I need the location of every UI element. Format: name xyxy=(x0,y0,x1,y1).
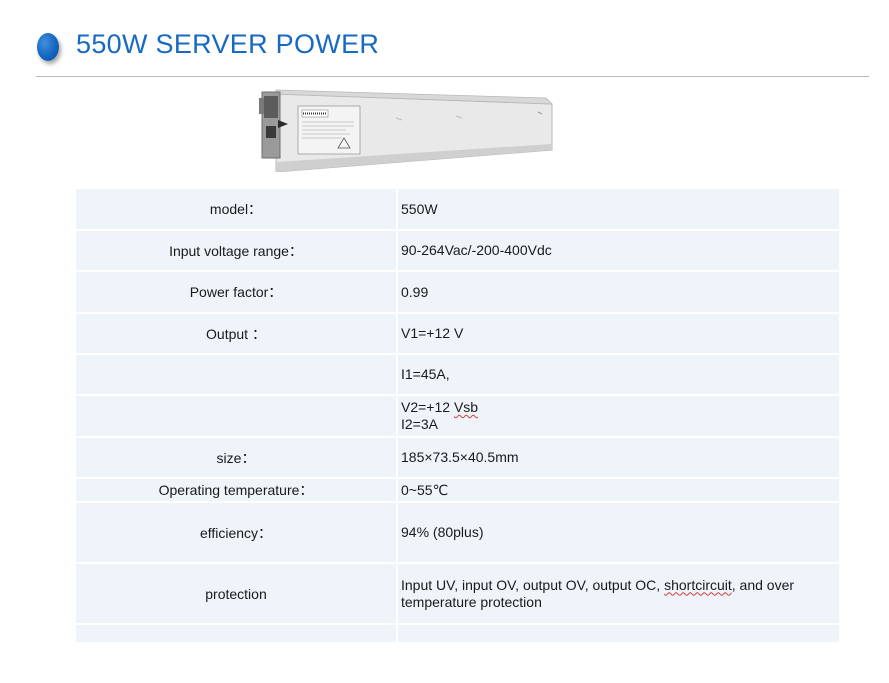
table-row: Power factor： 0.99 xyxy=(76,271,839,314)
table-row: size： 185×73.5×40.5mm xyxy=(76,437,839,479)
power-supply-unit-image xyxy=(259,89,554,172)
spec-label: model： xyxy=(76,189,398,231)
spec-value: 0.99 xyxy=(397,271,839,314)
spec-label xyxy=(76,395,398,438)
spec-table: model： 550W Input voltage range： 90-264V… xyxy=(76,189,839,644)
title-bullet-icon xyxy=(37,33,59,61)
table-row: Output ： V1=+12 V xyxy=(76,313,839,355)
spec-label: Input voltage range： xyxy=(76,230,398,272)
page-title: 550W SERVER POWER xyxy=(76,29,380,59)
table-row xyxy=(76,624,839,644)
table-row: I1=45A, xyxy=(76,354,839,396)
spec-label: size： xyxy=(76,437,398,479)
spec-value xyxy=(397,624,839,644)
spec-value: V2=+12 Vsb I2=3A xyxy=(397,395,839,438)
table-row: model： 550W xyxy=(76,189,839,231)
spec-label: efficiency： xyxy=(76,502,398,564)
table-row: protection Input UV, input OV, output OV… xyxy=(76,563,839,625)
table-row: efficiency： 94% (80plus) xyxy=(76,502,839,564)
spellcheck-word: shortcircuit xyxy=(664,576,732,593)
spec-label: protection xyxy=(76,563,398,625)
spec-label: Power factor： xyxy=(76,271,398,314)
spellcheck-word: Vsb xyxy=(453,399,479,415)
table-row: V2=+12 Vsb I2=3A xyxy=(76,395,839,438)
spec-value: 94% (80plus) xyxy=(397,502,839,564)
output-i2-text: I2=3A xyxy=(401,416,438,432)
table-row: Input voltage range： 90-264Vac/-200-400V… xyxy=(76,230,839,272)
table-row: Operating temperature： 0~55℃ xyxy=(76,478,839,503)
spec-value: 90-264Vac/-200-400Vdc xyxy=(397,230,839,272)
spec-label: Operating temperature： xyxy=(76,478,398,503)
spec-value: V1=+12 V xyxy=(397,313,839,355)
page-header: 550W SERVER POWER xyxy=(0,0,889,80)
output-v2-text: V2=+12 xyxy=(401,399,454,415)
spec-label xyxy=(76,624,398,644)
spec-value: I1=45A, xyxy=(397,354,839,396)
spec-label xyxy=(76,354,398,396)
spec-value: 550W xyxy=(397,189,839,231)
title-divider xyxy=(36,76,869,77)
spec-value: 185×73.5×40.5mm xyxy=(397,437,839,479)
spec-value: 0~55℃ xyxy=(397,478,839,503)
spec-label: Output ： xyxy=(76,313,398,355)
spec-value: Input UV, input OV, output OV, output OC… xyxy=(397,563,839,625)
